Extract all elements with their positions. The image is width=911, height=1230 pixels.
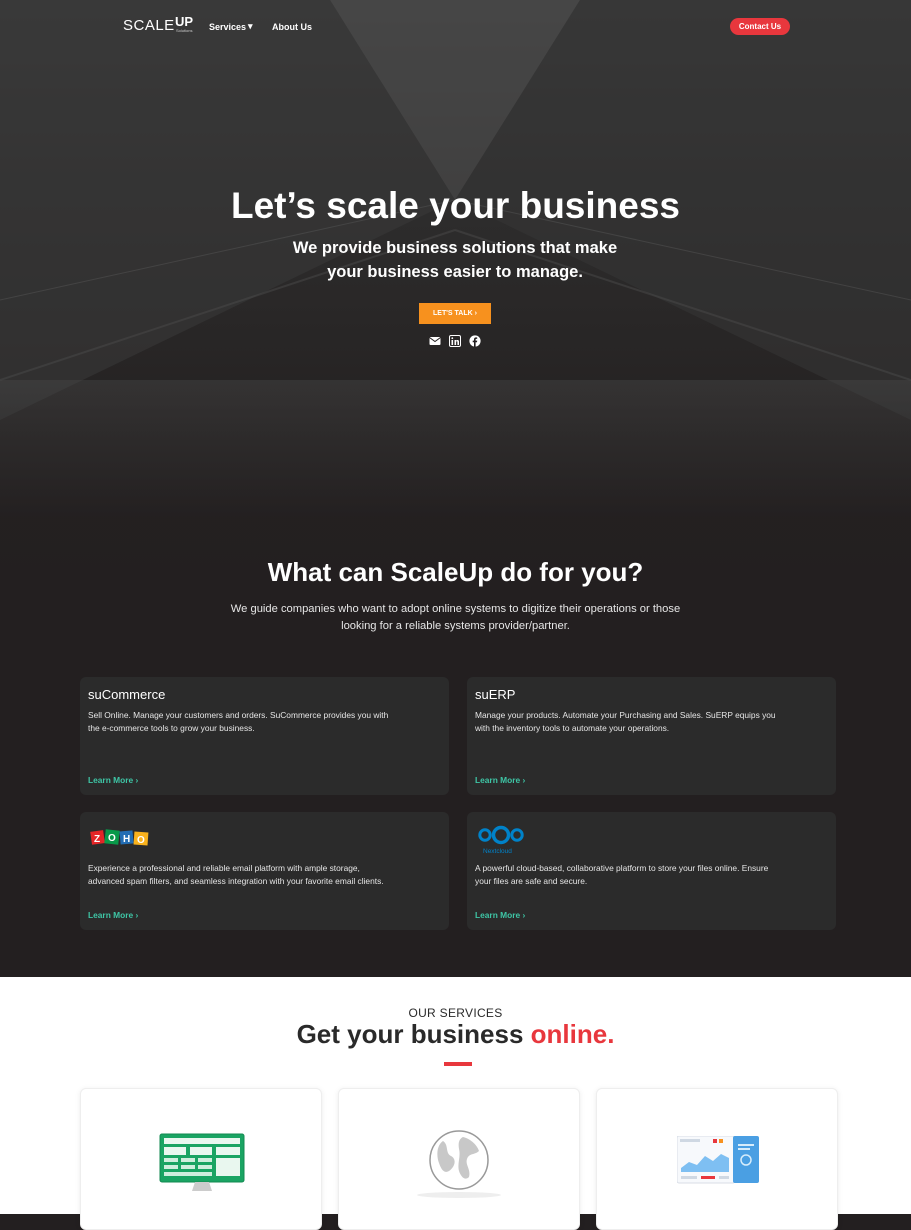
nextcloud-logo: Nextcloud bbox=[478, 825, 524, 855]
service-card-dashboard[interactable] bbox=[596, 1088, 838, 1230]
nav-about-us[interactable]: About Us bbox=[272, 22, 312, 32]
section-description-line-2: looking for a reliable systems provider/… bbox=[341, 619, 570, 632]
nextcloud-wordmark: Nextcloud bbox=[483, 848, 512, 855]
section-description-line-1: We guide companies who want to adopt onl… bbox=[230, 603, 681, 615]
card-suerp: suERP Manage your products. Automate you… bbox=[467, 677, 836, 795]
card-description-line-1: Manage your products. Automate your Purc… bbox=[475, 710, 776, 720]
services-title-main: Get your business bbox=[296, 1019, 531, 1049]
service-card-ecommerce[interactable] bbox=[80, 1088, 322, 1230]
hero-section: SCALE UP Solutions Services ▾ About Us C… bbox=[0, 0, 911, 977]
services-title: Get your business online. bbox=[0, 1019, 911, 1050]
nav-services[interactable]: Services bbox=[209, 22, 246, 32]
learn-more-label: Learn More bbox=[88, 775, 134, 785]
learn-more-label: Learn More bbox=[88, 910, 134, 920]
lets-talk-label: LET'S TALK bbox=[433, 310, 473, 317]
learn-more-link[interactable]: Learn More › bbox=[475, 775, 525, 785]
card-sucommerce: suCommerce Sell Online. Manage your cust… bbox=[80, 677, 449, 795]
card-description: Sell Online. Manage your customers and o… bbox=[88, 709, 443, 735]
card-title: suCommerce bbox=[88, 687, 166, 702]
section-title-what-can-scaleup-do: What can ScaleUp do for you? bbox=[267, 557, 644, 587]
services-label: OUR SERVICES bbox=[408, 1006, 503, 1020]
linkedin-icon[interactable] bbox=[449, 335, 461, 347]
analytics-dashboard-illustration bbox=[677, 1136, 759, 1184]
chevron-down-icon[interactable]: ▾ bbox=[248, 21, 253, 32]
facebook-icon[interactable] bbox=[469, 335, 481, 347]
contact-us-button[interactable]: Contact Us bbox=[730, 18, 790, 35]
card-description-line-2: with the inventory tools to automate you… bbox=[475, 723, 670, 733]
chevron-right-icon: › bbox=[522, 910, 526, 920]
services-section: OUR SERVICES Get your business online. bbox=[0, 977, 911, 1230]
chevron-right-icon: › bbox=[474, 310, 477, 317]
card-description: A powerful cloud-based, collaborative pl… bbox=[475, 862, 830, 888]
hero-subtitle-line-2: your business easier to manage. bbox=[327, 263, 583, 281]
chevron-right-icon: › bbox=[522, 775, 526, 785]
learn-more-link[interactable]: Learn More › bbox=[475, 910, 525, 920]
hero-subtitle-line-1: We provide business solutions that make bbox=[292, 239, 618, 257]
card-description-line-1: Experience a professional and reliable e… bbox=[88, 863, 360, 873]
card-title: suERP bbox=[475, 687, 516, 702]
hero-title: Let’s scale your business bbox=[231, 185, 680, 226]
lets-talk-button[interactable]: LET'S TALK › bbox=[419, 303, 491, 324]
card-description-line-1: A powerful cloud-based, collaborative pl… bbox=[475, 863, 769, 873]
card-description: Experience a professional and reliable e… bbox=[88, 862, 443, 888]
card-zoho-mail: Z O H O Experience a professional and re… bbox=[80, 812, 449, 930]
card-nextcloud: Nextcloud A powerful cloud-based, collab… bbox=[467, 812, 836, 930]
service-card-web[interactable] bbox=[338, 1088, 580, 1230]
card-description-line-2: advanced spam filters, and seamless inte… bbox=[88, 876, 384, 886]
logo-subtitle: Solutions bbox=[176, 28, 193, 33]
top-navigation: SCALE UP Solutions Services ▾ About Us C… bbox=[0, 0, 911, 56]
svg-text:O: O bbox=[108, 833, 116, 844]
card-description-line-1: Sell Online. Manage your customers and o… bbox=[88, 710, 389, 720]
card-description-line-2: the e-commerce tools to grow your busine… bbox=[88, 723, 255, 733]
card-description-line-2: your files are safe and secure. bbox=[475, 876, 588, 886]
learn-more-label: Learn More bbox=[475, 910, 521, 920]
mail-icon[interactable] bbox=[429, 335, 441, 347]
services-title-accent: online. bbox=[530, 1019, 615, 1049]
desktop-store-illustration bbox=[159, 1133, 245, 1191]
chevron-right-icon: › bbox=[135, 775, 139, 785]
logo-up-mark: UP bbox=[175, 14, 194, 29]
svg-text:O: O bbox=[137, 835, 145, 846]
learn-more-label: Learn More bbox=[475, 775, 521, 785]
title-underline bbox=[444, 1062, 472, 1066]
zoho-logo: Z O H O bbox=[90, 829, 149, 846]
learn-more-link[interactable]: Learn More › bbox=[88, 910, 138, 920]
svg-text:H: H bbox=[123, 834, 130, 845]
svg-text:Z: Z bbox=[94, 834, 100, 845]
learn-more-link[interactable]: Learn More › bbox=[88, 775, 138, 785]
logo-wordmark: SCALE bbox=[123, 17, 175, 34]
card-description: Manage your products. Automate your Purc… bbox=[475, 709, 830, 735]
section-description: We guide companies who want to adopt onl… bbox=[200, 601, 711, 634]
globe-icon bbox=[417, 1130, 501, 1198]
hero-subtitle: We provide business solutions that make … bbox=[255, 236, 655, 284]
chevron-right-icon: › bbox=[135, 910, 139, 920]
